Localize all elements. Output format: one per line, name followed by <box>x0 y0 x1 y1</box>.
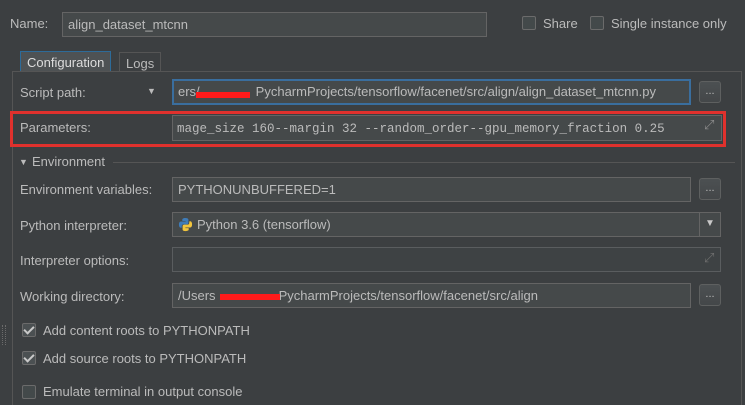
parameters-input[interactable]: mage_size 160--margin 32 --random_order-… <box>172 115 722 141</box>
dropdown-arrow-icon: ▼ <box>705 218 715 229</box>
check-icon <box>23 323 35 335</box>
working-directory-browse-button[interactable]: ... <box>699 284 721 306</box>
check-icon <box>23 351 35 363</box>
redaction-mark <box>196 92 250 98</box>
source-roots-checkbox[interactable] <box>22 351 36 365</box>
tab-logs[interactable]: Logs <box>119 52 162 72</box>
content-roots-checkbox[interactable] <box>22 323 36 337</box>
triangle-down-icon[interactable]: ▼ <box>19 157 28 167</box>
env-vars-label: Environment variables: <box>20 182 153 197</box>
script-mode-dropdown-icon[interactable]: ▼ <box>147 86 156 96</box>
interpreter-options-label: Interpreter options: <box>20 253 130 268</box>
source-roots-label: Add source roots to PYTHONPATH <box>43 351 247 366</box>
working-dir-start: /Users <box>178 288 216 303</box>
working-dir-end: PycharmProjects/tensorflow/facenet/src/a… <box>278 288 538 303</box>
parameters-label: Parameters: <box>20 120 91 135</box>
interpreter-options-input[interactable] <box>172 247 721 272</box>
env-vars-browse-button[interactable]: ... <box>699 178 721 200</box>
script-path-browse-button[interactable]: ... <box>699 81 721 103</box>
single-instance-label: Single instance only <box>611 16 727 31</box>
interpreter-dropdown-button[interactable]: ▼ <box>699 213 720 236</box>
redaction-mark-2 <box>220 294 280 300</box>
emulate-terminal-checkbox[interactable] <box>22 385 36 399</box>
env-vars-input[interactable]: PYTHONUNBUFFERED=1 <box>172 177 691 202</box>
expand-diagonal-icon[interactable]: ⤢ <box>704 117 714 133</box>
python-interpreter-select[interactable]: Python 3.6 (tensorflow) <box>172 212 721 237</box>
content-roots-label: Add content roots to PYTHONPATH <box>43 323 250 338</box>
share-checkbox[interactable] <box>522 16 536 30</box>
splitter-handle[interactable] <box>2 325 6 345</box>
working-directory-label: Working directory: <box>20 289 125 304</box>
python-interpreter-label: Python interpreter: <box>20 218 127 233</box>
section-divider <box>113 162 735 163</box>
name-label: Name: <box>10 16 49 31</box>
expand-options-icon[interactable]: ⤢ <box>704 250 714 266</box>
name-input[interactable]: align_dataset_mtcnn <box>62 12 487 37</box>
script-path-end: PycharmProjects/tensorflow/facenet/src/a… <box>255 84 656 99</box>
emulate-terminal-label: Emulate terminal in output console <box>43 384 243 399</box>
share-label: Share <box>543 16 578 31</box>
environment-section-title: Environment <box>32 154 105 169</box>
script-path-label: Script path: <box>20 85 86 100</box>
tab-configuration[interactable]: Configuration <box>20 51 112 72</box>
single-instance-checkbox[interactable] <box>590 16 604 30</box>
python-logo-icon <box>178 217 193 232</box>
python-interpreter-value: Python 3.6 (tensorflow) <box>197 217 331 232</box>
